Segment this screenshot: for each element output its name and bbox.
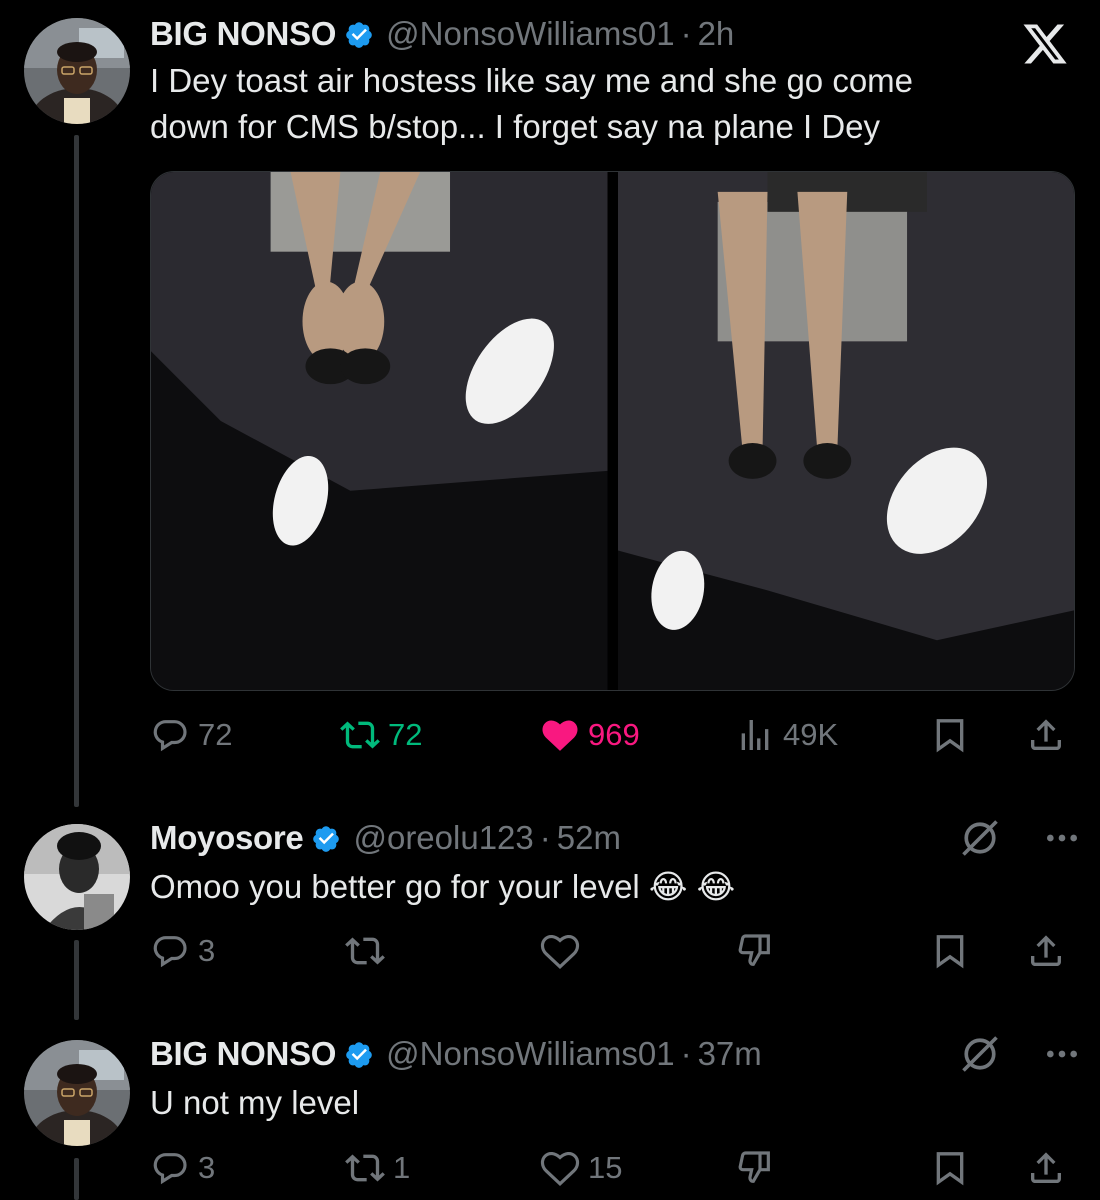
bookmark-button[interactable] bbox=[930, 926, 970, 976]
reply-author-avatar[interactable] bbox=[24, 824, 130, 930]
more-dots-icon[interactable] bbox=[1042, 818, 1082, 863]
reply-count: 3 bbox=[198, 1150, 216, 1185]
tweet-thread: BIG NONSO @NonsoWilliams01 · 2h I Dey to… bbox=[0, 0, 1100, 1200]
separator: · bbox=[539, 819, 551, 856]
tweet-media[interactable] bbox=[150, 171, 1075, 691]
tweet-header: BIG NONSO @NonsoWilliams01 · 2h bbox=[150, 14, 734, 54]
reply-button[interactable]: 72 bbox=[150, 710, 232, 760]
bookmark-icon bbox=[930, 715, 970, 755]
repost-button[interactable]: 72 bbox=[340, 710, 422, 760]
reply-handle[interactable]: @NonsoWilliams01 bbox=[386, 1034, 674, 1074]
thread-line bbox=[74, 940, 79, 1020]
reply-count: 72 bbox=[198, 717, 233, 752]
reply-count: 3 bbox=[198, 933, 216, 968]
views-button[interactable]: 49K bbox=[735, 710, 838, 760]
views-chart-icon bbox=[735, 715, 775, 755]
grok-icon[interactable] bbox=[958, 1032, 1002, 1081]
grok-icon[interactable] bbox=[958, 816, 1002, 865]
verified-badge-icon bbox=[344, 19, 374, 49]
share-icon bbox=[1026, 715, 1066, 755]
heart-icon bbox=[540, 1148, 580, 1188]
reply-handle[interactable]: @oreolu123 bbox=[353, 818, 533, 858]
bookmark-button[interactable] bbox=[930, 710, 970, 760]
x-logo-icon bbox=[1018, 20, 1072, 68]
reply-text: Omoo you better go for your level 😂 😂 bbox=[150, 868, 736, 905]
verified-badge-icon bbox=[311, 823, 341, 853]
repost-icon bbox=[345, 1148, 385, 1188]
like-button[interactable] bbox=[540, 926, 588, 976]
views-count: 49K bbox=[783, 717, 839, 752]
share-button[interactable] bbox=[1026, 1143, 1066, 1193]
reply-action-bar: 3 1 15 bbox=[150, 1143, 1075, 1193]
reply-author-avatar[interactable] bbox=[24, 1040, 130, 1146]
media-photo[interactable] bbox=[151, 172, 608, 690]
tweet-timestamp[interactable]: 2h bbox=[698, 14, 735, 54]
downvote-button[interactable] bbox=[735, 1143, 775, 1193]
reply-button[interactable]: 3 bbox=[150, 926, 215, 976]
author-display-name[interactable]: BIG NONSO bbox=[150, 14, 336, 54]
reply-header: Moyosore @oreolu123 · 52m bbox=[150, 818, 621, 858]
share-button[interactable] bbox=[1026, 710, 1066, 760]
bookmark-button[interactable] bbox=[930, 1143, 970, 1193]
like-count: 15 bbox=[588, 1150, 623, 1185]
like-count: 969 bbox=[588, 717, 640, 752]
reply-timestamp[interactable]: 37m bbox=[698, 1034, 762, 1074]
reply-extra-actions bbox=[958, 816, 1082, 865]
repost-button[interactable] bbox=[345, 926, 393, 976]
media-photo[interactable] bbox=[617, 172, 1074, 690]
verified-badge-icon bbox=[344, 1039, 374, 1069]
reply-text: U not my level bbox=[150, 1084, 360, 1121]
author-handle[interactable]: @NonsoWilliams01 bbox=[386, 14, 674, 54]
share-icon bbox=[1026, 1148, 1066, 1188]
reply-icon bbox=[150, 715, 190, 755]
more-dots-icon[interactable] bbox=[1042, 1034, 1082, 1079]
reply-button[interactable]: 3 bbox=[150, 1143, 215, 1193]
tweet-text-line: I Dey toast air hostess like say me and … bbox=[150, 62, 914, 99]
like-button[interactable]: 969 bbox=[540, 710, 640, 760]
reply-action-bar: 3 bbox=[150, 926, 1075, 976]
reply-display-name[interactable]: Moyosore bbox=[150, 818, 304, 858]
repost-icon bbox=[340, 715, 380, 755]
heart-icon bbox=[540, 931, 580, 971]
downvote-button[interactable] bbox=[735, 926, 775, 976]
downvote-icon bbox=[735, 931, 775, 971]
reply-extra-actions bbox=[958, 1032, 1082, 1081]
author-avatar[interactable] bbox=[24, 18, 130, 124]
downvote-icon bbox=[735, 1148, 775, 1188]
repost-count: 1 bbox=[393, 1150, 411, 1185]
reply-display-name[interactable]: BIG NONSO bbox=[150, 1034, 336, 1074]
thread-line bbox=[74, 135, 79, 807]
thread-line bbox=[74, 1158, 79, 1200]
reply-timestamp[interactable]: 52m bbox=[557, 818, 621, 858]
separator: · bbox=[680, 15, 692, 52]
share-icon bbox=[1026, 931, 1066, 971]
repost-count: 72 bbox=[388, 717, 423, 752]
share-button[interactable] bbox=[1026, 926, 1066, 976]
bookmark-icon bbox=[930, 931, 970, 971]
heart-icon bbox=[540, 715, 580, 755]
separator: · bbox=[680, 1035, 692, 1072]
like-button[interactable]: 15 bbox=[540, 1143, 622, 1193]
tweet-action-bar: 72 72 969 49K bbox=[150, 710, 1075, 760]
tweet-text-line: down for CMS b/stop... I forget say na p… bbox=[150, 108, 881, 145]
reply-header: BIG NONSO @NonsoWilliams01 · 37m bbox=[150, 1034, 762, 1074]
reply-icon bbox=[150, 931, 190, 971]
repost-icon bbox=[345, 931, 385, 971]
bookmark-icon bbox=[930, 1148, 970, 1188]
reply-icon bbox=[150, 1148, 190, 1188]
repost-button[interactable]: 1 bbox=[345, 1143, 410, 1193]
